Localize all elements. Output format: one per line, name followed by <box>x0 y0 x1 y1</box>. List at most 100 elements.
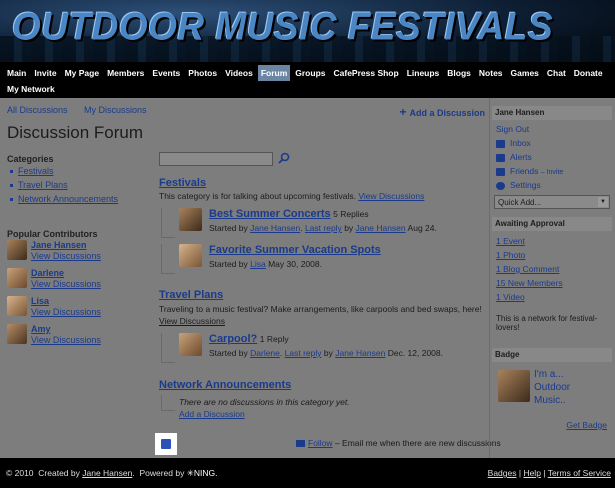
nav-item-notes[interactable]: Notes <box>476 65 506 81</box>
ning-logo[interactable]: ✳NING. <box>187 468 218 478</box>
approval-link[interactable]: 15 New Members <box>496 278 563 288</box>
section-title-festivals[interactable]: Festivals <box>159 177 206 189</box>
friends-item[interactable]: Friends – Invite <box>496 166 563 176</box>
terms-link[interactable]: Terms of Service <box>548 468 611 478</box>
approval-link[interactable]: 1 Blog Comment <box>496 264 559 274</box>
author-link[interactable]: Lisa <box>250 259 266 269</box>
last-reply-link[interactable]: Last reply <box>305 223 342 233</box>
search-input[interactable] <box>159 152 273 166</box>
discussion-title[interactable]: Carpool? <box>209 333 257 345</box>
contributor-name[interactable]: Jane Hansen <box>31 240 87 250</box>
quick-add-select[interactable]: Quick Add... ▼ <box>494 195 610 209</box>
author-avatar[interactable] <box>179 333 202 356</box>
nav-item-invite[interactable]: Invite <box>31 65 59 81</box>
view-discussions-link[interactable]: View Discussions <box>31 279 101 289</box>
discussion-tabs: All Discussions My Discussions <box>7 105 161 115</box>
avatar[interactable] <box>7 268 27 288</box>
invite-link[interactable]: – Invite <box>541 169 564 176</box>
avatar[interactable] <box>7 240 27 260</box>
nav-item-main[interactable]: Main <box>4 65 29 81</box>
all-discussions-link[interactable]: All Discussions <box>7 105 68 115</box>
view-discussions-link[interactable]: View Discussions <box>31 307 101 317</box>
category-network-announcements[interactable]: Network Announcements <box>18 194 118 204</box>
discussion-title[interactable]: Favorite Summer Vacation Spots <box>209 244 381 256</box>
last-reply-link[interactable]: Last reply <box>285 348 322 358</box>
contributor-name[interactable]: Lisa <box>31 296 49 306</box>
footer-credits: © 2010 Created by Jane Hansen. Powered b… <box>6 468 218 478</box>
nav-item-chat[interactable]: Chat <box>544 65 569 81</box>
nav-item-groups[interactable]: Groups <box>292 65 328 81</box>
avatar[interactable] <box>7 296 27 316</box>
view-discussions-link[interactable]: View Discussions <box>31 335 101 345</box>
approval-link[interactable]: 1 Video <box>496 292 525 302</box>
my-discussions-link[interactable]: My Discussions <box>84 105 147 115</box>
nav-item-videos[interactable]: Videos <box>222 65 256 81</box>
view-discussions-link[interactable]: View Discussions <box>31 251 101 261</box>
sign-out-link[interactable]: Sign Out <box>496 124 529 134</box>
category-festivals[interactable]: Festivals <box>18 166 54 176</box>
settings-link[interactable]: Settings <box>510 180 541 190</box>
main-nav: Main Invite My Page Members Events Photos Vide… <box>0 62 615 98</box>
rss-feed-button[interactable] <box>155 433 177 455</box>
alerts-link[interactable]: Alerts <box>510 152 532 162</box>
help-link[interactable]: Help <box>523 468 540 478</box>
nav-item-my-page[interactable]: My Page <box>62 65 103 81</box>
site-title[interactable]: OUTDOOR MUSIC FESTIVALS <box>12 5 553 49</box>
author-avatar[interactable] <box>179 208 202 231</box>
nav-item-photos[interactable]: Photos <box>185 65 220 81</box>
reply-author-link[interactable]: Jane Hansen <box>335 348 385 358</box>
inbox-link[interactable]: Inbox <box>510 138 531 148</box>
section-description: Traveling to a music festival? Make arra… <box>159 304 482 314</box>
author-link[interactable]: Darlene <box>250 348 280 358</box>
nav-item-lineups[interactable]: Lineups <box>404 65 443 81</box>
badge-heading: Badge <box>492 348 612 362</box>
nav-item-blogs[interactable]: Blogs <box>444 65 474 81</box>
section-title-network-announcements[interactable]: Network Announcements <box>159 379 291 391</box>
reply-author-link[interactable]: Jane Hansen <box>356 223 406 233</box>
nav-item-games[interactable]: Games <box>508 65 542 81</box>
discussion-title[interactable]: Best Summer Concerts <box>209 208 331 220</box>
add-discussion-label: Add a Discussion <box>409 108 485 118</box>
nav-item-my-network[interactable]: My Network <box>4 81 58 97</box>
nav-item-cafepress-shop[interactable]: CafePress Shop <box>331 65 402 81</box>
view-discussions-link[interactable]: View Discussions <box>159 316 225 326</box>
author-avatar[interactable] <box>179 244 202 267</box>
nav-item-members[interactable]: Members <box>104 65 147 81</box>
add-discussion-link[interactable]: Add a Discussion <box>179 409 245 419</box>
contributor-name[interactable]: Darlene <box>31 268 64 278</box>
approval-link[interactable]: 1 Photo <box>496 250 525 260</box>
get-badge-link[interactable]: Get Badge <box>566 420 607 430</box>
badges-link[interactable]: Badges <box>488 468 517 478</box>
page-title: Discussion Forum <box>7 123 144 142</box>
badge-avatar[interactable] <box>498 370 530 402</box>
nav-item-forum[interactable]: Forum <box>257 65 291 81</box>
alerts-item[interactable]: Alerts <box>496 152 532 162</box>
inbox-item[interactable]: Inbox <box>496 138 531 148</box>
contributor-name[interactable]: Amy <box>31 324 51 334</box>
nav-item-donate[interactable]: Donate <box>571 65 606 81</box>
nav-item-events[interactable]: Events <box>149 65 183 81</box>
badge-line: Outdoor <box>534 382 571 393</box>
discussion-meta: Started by Darlene. Last reply by Jane H… <box>209 348 443 358</box>
creator-link[interactable]: Jane Hansen <box>82 468 132 478</box>
avatar[interactable] <box>7 324 27 344</box>
follow-link[interactable]: Follow <box>308 438 333 448</box>
view-discussions-link[interactable]: View Discussions <box>358 191 424 201</box>
discussion-date: Aug 24. <box>407 223 437 233</box>
section-title-travel-plans[interactable]: Travel Plans <box>159 289 223 301</box>
tree-line <box>161 208 175 238</box>
search-icon[interactable] <box>278 152 290 164</box>
settings-item[interactable]: Settings <box>496 180 541 190</box>
mail-icon <box>296 440 305 448</box>
category-item[interactable]: Festivals <box>10 166 118 176</box>
friends-icon <box>496 167 505 176</box>
badge-text[interactable]: I'm a... Outdoor Music.. <box>534 368 570 407</box>
approval-link[interactable]: 1 Event <box>496 236 525 246</box>
category-travel-plans[interactable]: Travel Plans <box>18 180 68 190</box>
author-link[interactable]: Jane Hansen <box>250 223 300 233</box>
section-description: This category is for talking about upcom… <box>159 191 424 201</box>
category-item[interactable]: Travel Plans <box>10 180 118 190</box>
add-discussion-button[interactable]: + Add a Discussion <box>399 105 485 119</box>
friends-link[interactable]: Friends <box>510 166 538 176</box>
category-item[interactable]: Network Announcements <box>10 194 118 204</box>
